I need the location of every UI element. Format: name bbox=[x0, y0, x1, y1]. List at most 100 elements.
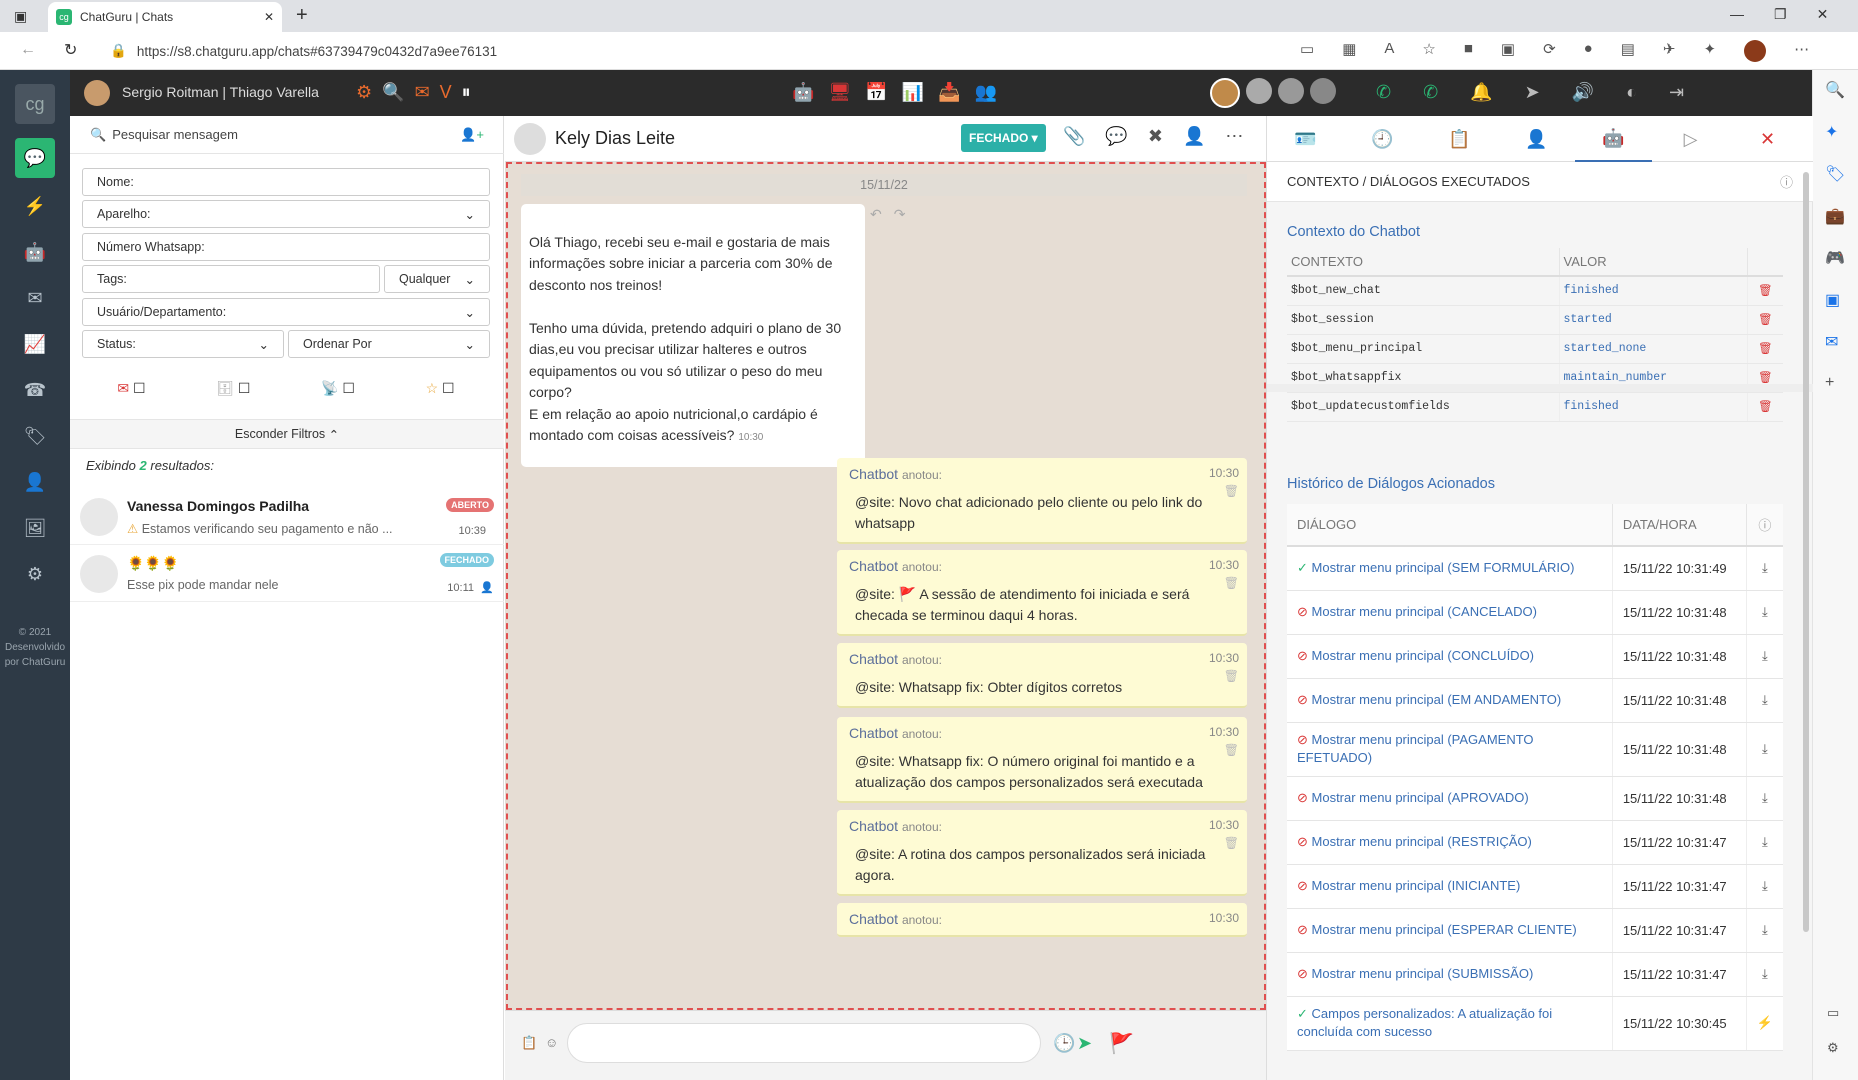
agent-avatar-4[interactable] bbox=[1310, 78, 1336, 104]
extension-icon-2[interactable]: ▣ bbox=[1501, 40, 1515, 62]
trash-icon[interactable]: 🗑 bbox=[1224, 669, 1239, 683]
read-aloud-icon[interactable]: A bbox=[1384, 40, 1394, 62]
team-icon[interactable]: 👥 bbox=[975, 82, 997, 103]
tags-mode-select[interactable]: Qualquer ⌄ bbox=[384, 265, 490, 293]
attachment-icon[interactable]: 📎 bbox=[1063, 126, 1085, 147]
download-icon[interactable]: ⤓ bbox=[1746, 908, 1783, 953]
whatsapp-icon-2[interactable]: ✆ bbox=[1423, 82, 1438, 103]
tab-notes-icon[interactable]: 📋 bbox=[1421, 116, 1498, 162]
apps-icon[interactable]: ▦ bbox=[1342, 40, 1356, 62]
send-icon[interactable]: ➤ bbox=[1077, 1033, 1092, 1054]
user-icon[interactable]: 👤 bbox=[15, 462, 55, 502]
order-by-select[interactable]: Ordenar Por ⌄ bbox=[288, 330, 490, 358]
download-icon[interactable]: ⤓ bbox=[1746, 678, 1783, 723]
scrollbar[interactable] bbox=[1803, 172, 1809, 932]
mail-icon[interactable]: ✉ bbox=[415, 82, 430, 103]
more-options-icon[interactable]: ⋯ bbox=[1225, 126, 1243, 147]
extension-icon[interactable]: ■ bbox=[1464, 40, 1473, 62]
history-dialog[interactable]: ⊘ Mostrar menu principal (INICIANTE) bbox=[1287, 864, 1613, 909]
briefcase-icon[interactable]: 💼 bbox=[1825, 206, 1845, 226]
history-dialog[interactable]: ⊘ Mostrar menu principal (PAGAMENTO EFET… bbox=[1287, 722, 1613, 777]
minimize-icon[interactable]: — bbox=[1730, 6, 1744, 23]
whatsapp-number-field[interactable]: Número Whatsapp: bbox=[82, 233, 490, 261]
download-icon[interactable]: ⤓ bbox=[1746, 546, 1783, 591]
archived-filter[interactable]: 🗄 ☐ bbox=[216, 380, 250, 397]
new-tab-icon[interactable]: + bbox=[296, 4, 308, 27]
history-dialog[interactable]: ⊘ Mostrar menu principal (CANCELADO) bbox=[1287, 590, 1613, 635]
inbox-red-icon[interactable]: 📥 bbox=[938, 82, 960, 103]
sidebar-settings-icon[interactable]: ⚙ bbox=[1827, 1040, 1839, 1056]
add-comment-icon[interactable]: 💬 bbox=[1105, 126, 1127, 147]
forward-icon[interactable]: ↷ bbox=[894, 206, 906, 223]
hide-filters-button[interactable]: Esconder Filtros ⌃ bbox=[70, 419, 504, 449]
search-message-input[interactable]: Pesquisar mensagem bbox=[112, 127, 454, 142]
history-dialog[interactable]: ⊘ Mostrar menu principal (SUBMISSÃO) bbox=[1287, 952, 1613, 997]
lightning-icon[interactable]: ⚡ bbox=[15, 186, 55, 226]
pause-icon[interactable]: ⏸ bbox=[462, 82, 471, 103]
delete-icon[interactable]: 🗑 bbox=[1747, 392, 1783, 422]
history-dialog[interactable]: ⊘ Mostrar menu principal (RESTRIÇÃO) bbox=[1287, 820, 1613, 865]
template-icon[interactable]: 📋 bbox=[521, 1035, 537, 1051]
tag-icon[interactable]: 🏷 bbox=[15, 416, 55, 456]
trash-icon[interactable]: 🗑 bbox=[1224, 743, 1239, 757]
broadcast-filter[interactable]: 📡 ☐ bbox=[321, 380, 355, 397]
phone-icon[interactable]: ☎ bbox=[15, 370, 55, 410]
more-icon[interactable]: ⋯ bbox=[1794, 40, 1809, 62]
message-input[interactable] bbox=[567, 1023, 1041, 1063]
info-icon[interactable]: ⓘ bbox=[1780, 172, 1793, 191]
agent-avatar-3[interactable] bbox=[1278, 78, 1304, 104]
delete-icon[interactable]: 🗑 bbox=[1747, 276, 1783, 306]
tab-contact-icon[interactable]: 🪪 bbox=[1267, 116, 1344, 162]
extension-icon-5[interactable]: ▤ bbox=[1621, 40, 1635, 62]
favorite-icon[interactable]: ☆ bbox=[1422, 40, 1435, 62]
tag-sidebar-icon[interactable]: 🏷 bbox=[1825, 164, 1845, 184]
robot-icon[interactable]: 🤖 bbox=[15, 232, 55, 272]
trash-icon[interactable]: 🗑 bbox=[1224, 576, 1239, 590]
monitor-icon[interactable]: 🖥 bbox=[828, 82, 851, 103]
unread-filter[interactable]: ✉ ☐ bbox=[117, 380, 145, 397]
close-chat-icon[interactable]: ✖ bbox=[1148, 126, 1163, 147]
back-icon[interactable]: ← bbox=[20, 41, 36, 59]
settings-wheel-icon[interactable]: ⚙ bbox=[356, 82, 372, 103]
outlook-icon[interactable]: ✉ bbox=[1825, 332, 1845, 352]
logout-icon[interactable]: ⇥ bbox=[1669, 82, 1684, 103]
flag-icon[interactable]: 🚩 bbox=[1109, 1031, 1134, 1056]
bar-chart-icon[interactable]: 📊 bbox=[902, 82, 924, 103]
extension-icon-4[interactable]: ● bbox=[1584, 40, 1593, 62]
close-window-icon[interactable]: ✕ bbox=[1817, 6, 1829, 23]
games-icon[interactable]: 🎮 bbox=[1825, 248, 1845, 268]
whatsapp-icon[interactable]: ✆ bbox=[1376, 82, 1391, 103]
conversation-item[interactable]: Vanessa Domingos Padilha ABERTO ⚠ Estamos … bbox=[70, 488, 504, 545]
history-dialog[interactable]: ✓ Mostrar menu principal (SEM FORMULÁRIO… bbox=[1287, 546, 1613, 591]
browser-tab[interactable]: cg ChatGuru | Chats ✕ bbox=[48, 2, 282, 32]
sidebar-toggle-icon[interactable]: ▭ bbox=[1827, 1005, 1839, 1021]
reply-icon[interactable]: ↶ bbox=[870, 206, 882, 223]
emoji-icon[interactable]: ☺ bbox=[545, 1035, 558, 1050]
close-tab-icon[interactable]: ✕ bbox=[264, 10, 274, 24]
screen-icon[interactable]: ▭ bbox=[1300, 40, 1314, 62]
tab-actions-icon[interactable]: ▣ bbox=[14, 8, 27, 25]
search-sidebar-icon[interactable]: 🔍 bbox=[1825, 80, 1845, 100]
history-dialog[interactable]: ⊘ Mostrar menu principal (CONCLUÍDO) bbox=[1287, 634, 1613, 679]
message-area[interactable]: 15/11/22 Olá Thiago, recebi seu e-mail e… bbox=[506, 162, 1266, 1010]
theme-toggle-icon[interactable]: ◐ bbox=[1626, 82, 1637, 103]
agent-avatar-1[interactable] bbox=[1210, 78, 1240, 108]
refresh-icon[interactable]: ↻ bbox=[64, 40, 77, 60]
volume-icon[interactable]: 🔊 bbox=[1572, 82, 1594, 103]
download-icon[interactable]: ⤓ bbox=[1746, 820, 1783, 865]
history-dialog[interactable]: ⊘ Mostrar menu principal (ESPERAR CLIENT… bbox=[1287, 908, 1613, 953]
v-logo-icon[interactable]: V bbox=[440, 82, 452, 103]
extension-icon-6[interactable]: ✈ bbox=[1663, 40, 1676, 62]
url-field[interactable]: 🔒 https://s8.chatguru.app/chats#63739479… bbox=[110, 37, 1460, 65]
tags-field[interactable]: Tags: bbox=[82, 265, 380, 293]
conversation-item[interactable]: 🌻🌻🌻 FECHADO Esse pix pode mandar nele 10:11… bbox=[70, 545, 504, 602]
download-icon[interactable]: ⤓ bbox=[1746, 722, 1783, 777]
extension-icon-3[interactable]: ⟳ bbox=[1543, 40, 1556, 62]
user-department-select[interactable]: Usuário/Departamento: ⌄ bbox=[82, 298, 490, 326]
image-icon[interactable]: 🖼 bbox=[15, 508, 55, 548]
search-icon[interactable]: 🔍 bbox=[382, 82, 404, 103]
add-sidebar-icon[interactable]: + bbox=[1825, 374, 1845, 392]
trash-icon[interactable]: 🗑 bbox=[1224, 836, 1239, 850]
maximize-icon[interactable]: ❐ bbox=[1774, 6, 1787, 23]
tab-user-icon[interactable]: 👤 bbox=[1498, 116, 1575, 162]
